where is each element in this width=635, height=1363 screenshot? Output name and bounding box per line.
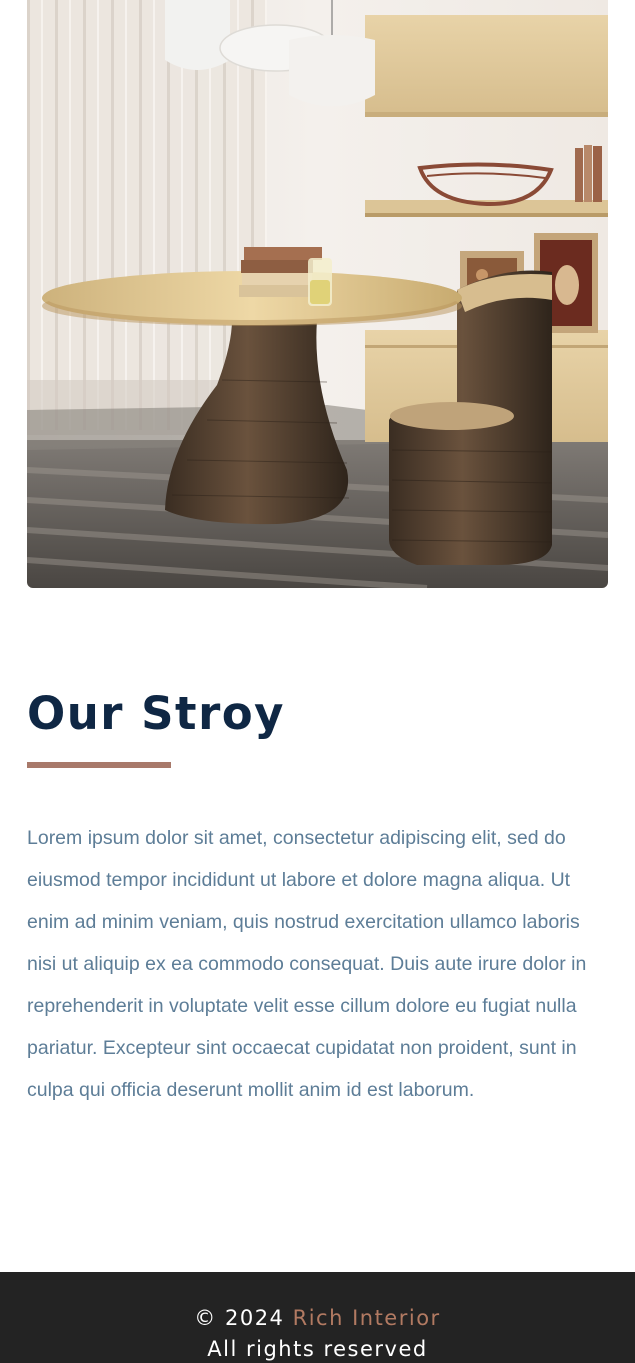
brand-link[interactable]: Rich Interior bbox=[293, 1306, 441, 1330]
footer: © 2024 Rich Interior All rights reserved bbox=[0, 1272, 635, 1363]
title-underline bbox=[27, 762, 171, 768]
page-title: Our Stroy bbox=[27, 687, 286, 740]
interior-illustration bbox=[27, 0, 608, 588]
page: Our Stroy Lorem ipsum dolor sit amet, co… bbox=[0, 0, 635, 1363]
story-paragraph: Lorem ipsum dolor sit amet, consectetur … bbox=[27, 827, 587, 1101]
footer-copyright: © 2024 Rich Interior bbox=[0, 1304, 635, 1332]
hero-image bbox=[27, 0, 608, 588]
copyright-year: © 2024 bbox=[194, 1306, 285, 1330]
footer-rights: All rights reserved bbox=[207, 1337, 428, 1361]
